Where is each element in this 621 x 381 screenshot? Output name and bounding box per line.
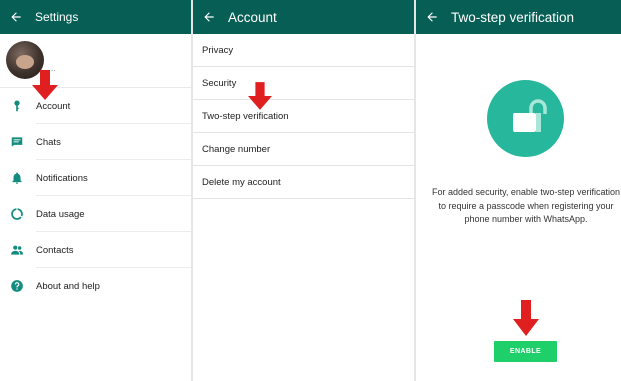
settings-item-about-help[interactable]: About and help (0, 268, 191, 304)
settings-item-label: Data usage (36, 208, 85, 220)
settings-item-label: Chats (36, 136, 61, 148)
two-step-description: For added security, enable two-step veri… (432, 187, 620, 224)
back-arrow-icon[interactable] (202, 10, 216, 24)
page-title: Settings (35, 10, 79, 24)
settings-item-account[interactable]: Account (0, 88, 191, 124)
red-arrow-down-icon (32, 70, 58, 100)
chat-icon (11, 137, 23, 147)
account-item-delete-account[interactable]: Delete my account (193, 166, 414, 199)
settings-panel: Settings .. Account Chats Notifications … (0, 0, 191, 381)
profile-row[interactable]: .. (0, 34, 191, 88)
settings-item-data-usage[interactable]: Data usage (0, 196, 191, 232)
back-arrow-icon[interactable] (9, 10, 23, 24)
account-app-bar: Account (193, 0, 414, 34)
data-usage-icon (11, 208, 23, 220)
account-item-security[interactable]: Security (193, 67, 414, 100)
account-item-label: Privacy (202, 45, 234, 56)
account-item-change-number[interactable]: Change number (193, 133, 414, 166)
settings-item-notifications[interactable]: Notifications (0, 160, 191, 196)
account-item-label: Security (202, 78, 237, 89)
page-title: Account (228, 9, 277, 25)
red-arrow-down-icon (248, 82, 272, 110)
enable-button[interactable]: ENABLE (494, 341, 557, 362)
two-step-app-bar: Two-step verification (416, 0, 621, 34)
account-item-label: Change number (202, 144, 271, 155)
back-arrow-icon[interactable] (425, 10, 439, 24)
help-icon (11, 280, 23, 292)
account-item-privacy[interactable]: Privacy (193, 34, 414, 67)
lock-icon (513, 99, 547, 132)
account-panel: Account Privacy Security Two-step verifi… (193, 0, 414, 381)
settings-item-contacts[interactable]: Contacts (0, 232, 191, 268)
settings-item-label: Account (36, 100, 71, 112)
account-item-label: Two-step verification (202, 111, 289, 122)
settings-app-bar: Settings (0, 0, 191, 34)
settings-item-chats[interactable]: Chats (0, 124, 191, 160)
settings-item-label: Contacts (36, 244, 74, 256)
account-item-label: Delete my account (202, 177, 281, 188)
settings-item-label: Notifications (36, 172, 88, 184)
two-step-panel: Two-step verification For added security… (416, 0, 621, 381)
bell-icon (12, 172, 22, 184)
account-item-two-step-verification[interactable]: Two-step verification (193, 100, 414, 133)
key-icon (14, 100, 20, 112)
page-title: Two-step verification (451, 9, 575, 25)
red-arrow-down-icon (513, 300, 539, 336)
contacts-icon (11, 245, 23, 255)
lock-illustration (487, 80, 564, 157)
settings-item-label: About and help (36, 280, 100, 292)
